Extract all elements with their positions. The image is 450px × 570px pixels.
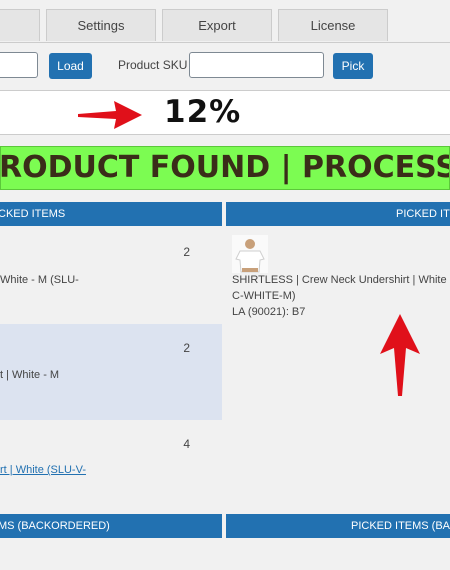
item-link[interactable]: rt | White (SLU-V-	[0, 462, 86, 478]
tab-export[interactable]: Export	[162, 9, 272, 41]
picked-item-line2: C-WHITE-M)	[232, 290, 296, 302]
sku-input[interactable]	[189, 52, 324, 78]
tab-hidden[interactable]	[0, 9, 40, 41]
column-header-right: PICKED ITE	[226, 202, 450, 226]
item-qty: 2	[183, 341, 190, 355]
status-banner-text: RODUCT FOUND | PROCESSING	[0, 150, 449, 185]
item-qty: 2	[183, 245, 190, 259]
item-name: White - M (SLU-	[0, 274, 79, 286]
list-item[interactable]: 4 rt | White (SLU-V-	[0, 420, 222, 510]
item-qty: 4	[183, 437, 190, 451]
status-banner: RODUCT FOUND | PROCESSING	[0, 146, 450, 190]
column-header-right-label: PICKED ITE	[396, 208, 450, 220]
column-footer-right: PICKED ITEMS (BAC	[226, 514, 450, 538]
order-input[interactable]	[0, 52, 38, 78]
tab-settings[interactable]: Settings	[46, 9, 156, 41]
column-header-left-label: CKED ITEMS	[0, 208, 66, 220]
load-button[interactable]: Load	[49, 53, 92, 79]
item-name: t | White - M	[0, 369, 60, 381]
arrow-up-icon	[380, 314, 420, 396]
column-footer-right-label: PICKED ITEMS (BAC	[351, 520, 450, 532]
picked-item-line1: SHIRTLESS | Crew Neck Undershirt | White	[232, 274, 447, 286]
product-thumbnail	[232, 235, 268, 273]
arrow-right-icon	[78, 101, 142, 129]
pick-button[interactable]: Pick	[333, 53, 373, 79]
progress-percent: 12%	[164, 94, 242, 130]
product-sku-label: Product SKU	[118, 58, 188, 72]
column-header-left: CKED ITEMS	[0, 202, 222, 226]
picked-item-location: LA (90021): B7	[232, 306, 306, 318]
list-item[interactable]: 2 t | White - M	[0, 324, 222, 420]
column-footer-left-label: MS (BACKORDERED)	[0, 520, 110, 532]
tab-license[interactable]: License	[278, 9, 388, 41]
tab-bar: Settings Export License	[0, 0, 450, 43]
progress-panel: 12%	[0, 90, 450, 135]
column-footer-left: MS (BACKORDERED)	[0, 514, 222, 538]
list-item[interactable]: 2 White - M (SLU-	[0, 228, 222, 324]
